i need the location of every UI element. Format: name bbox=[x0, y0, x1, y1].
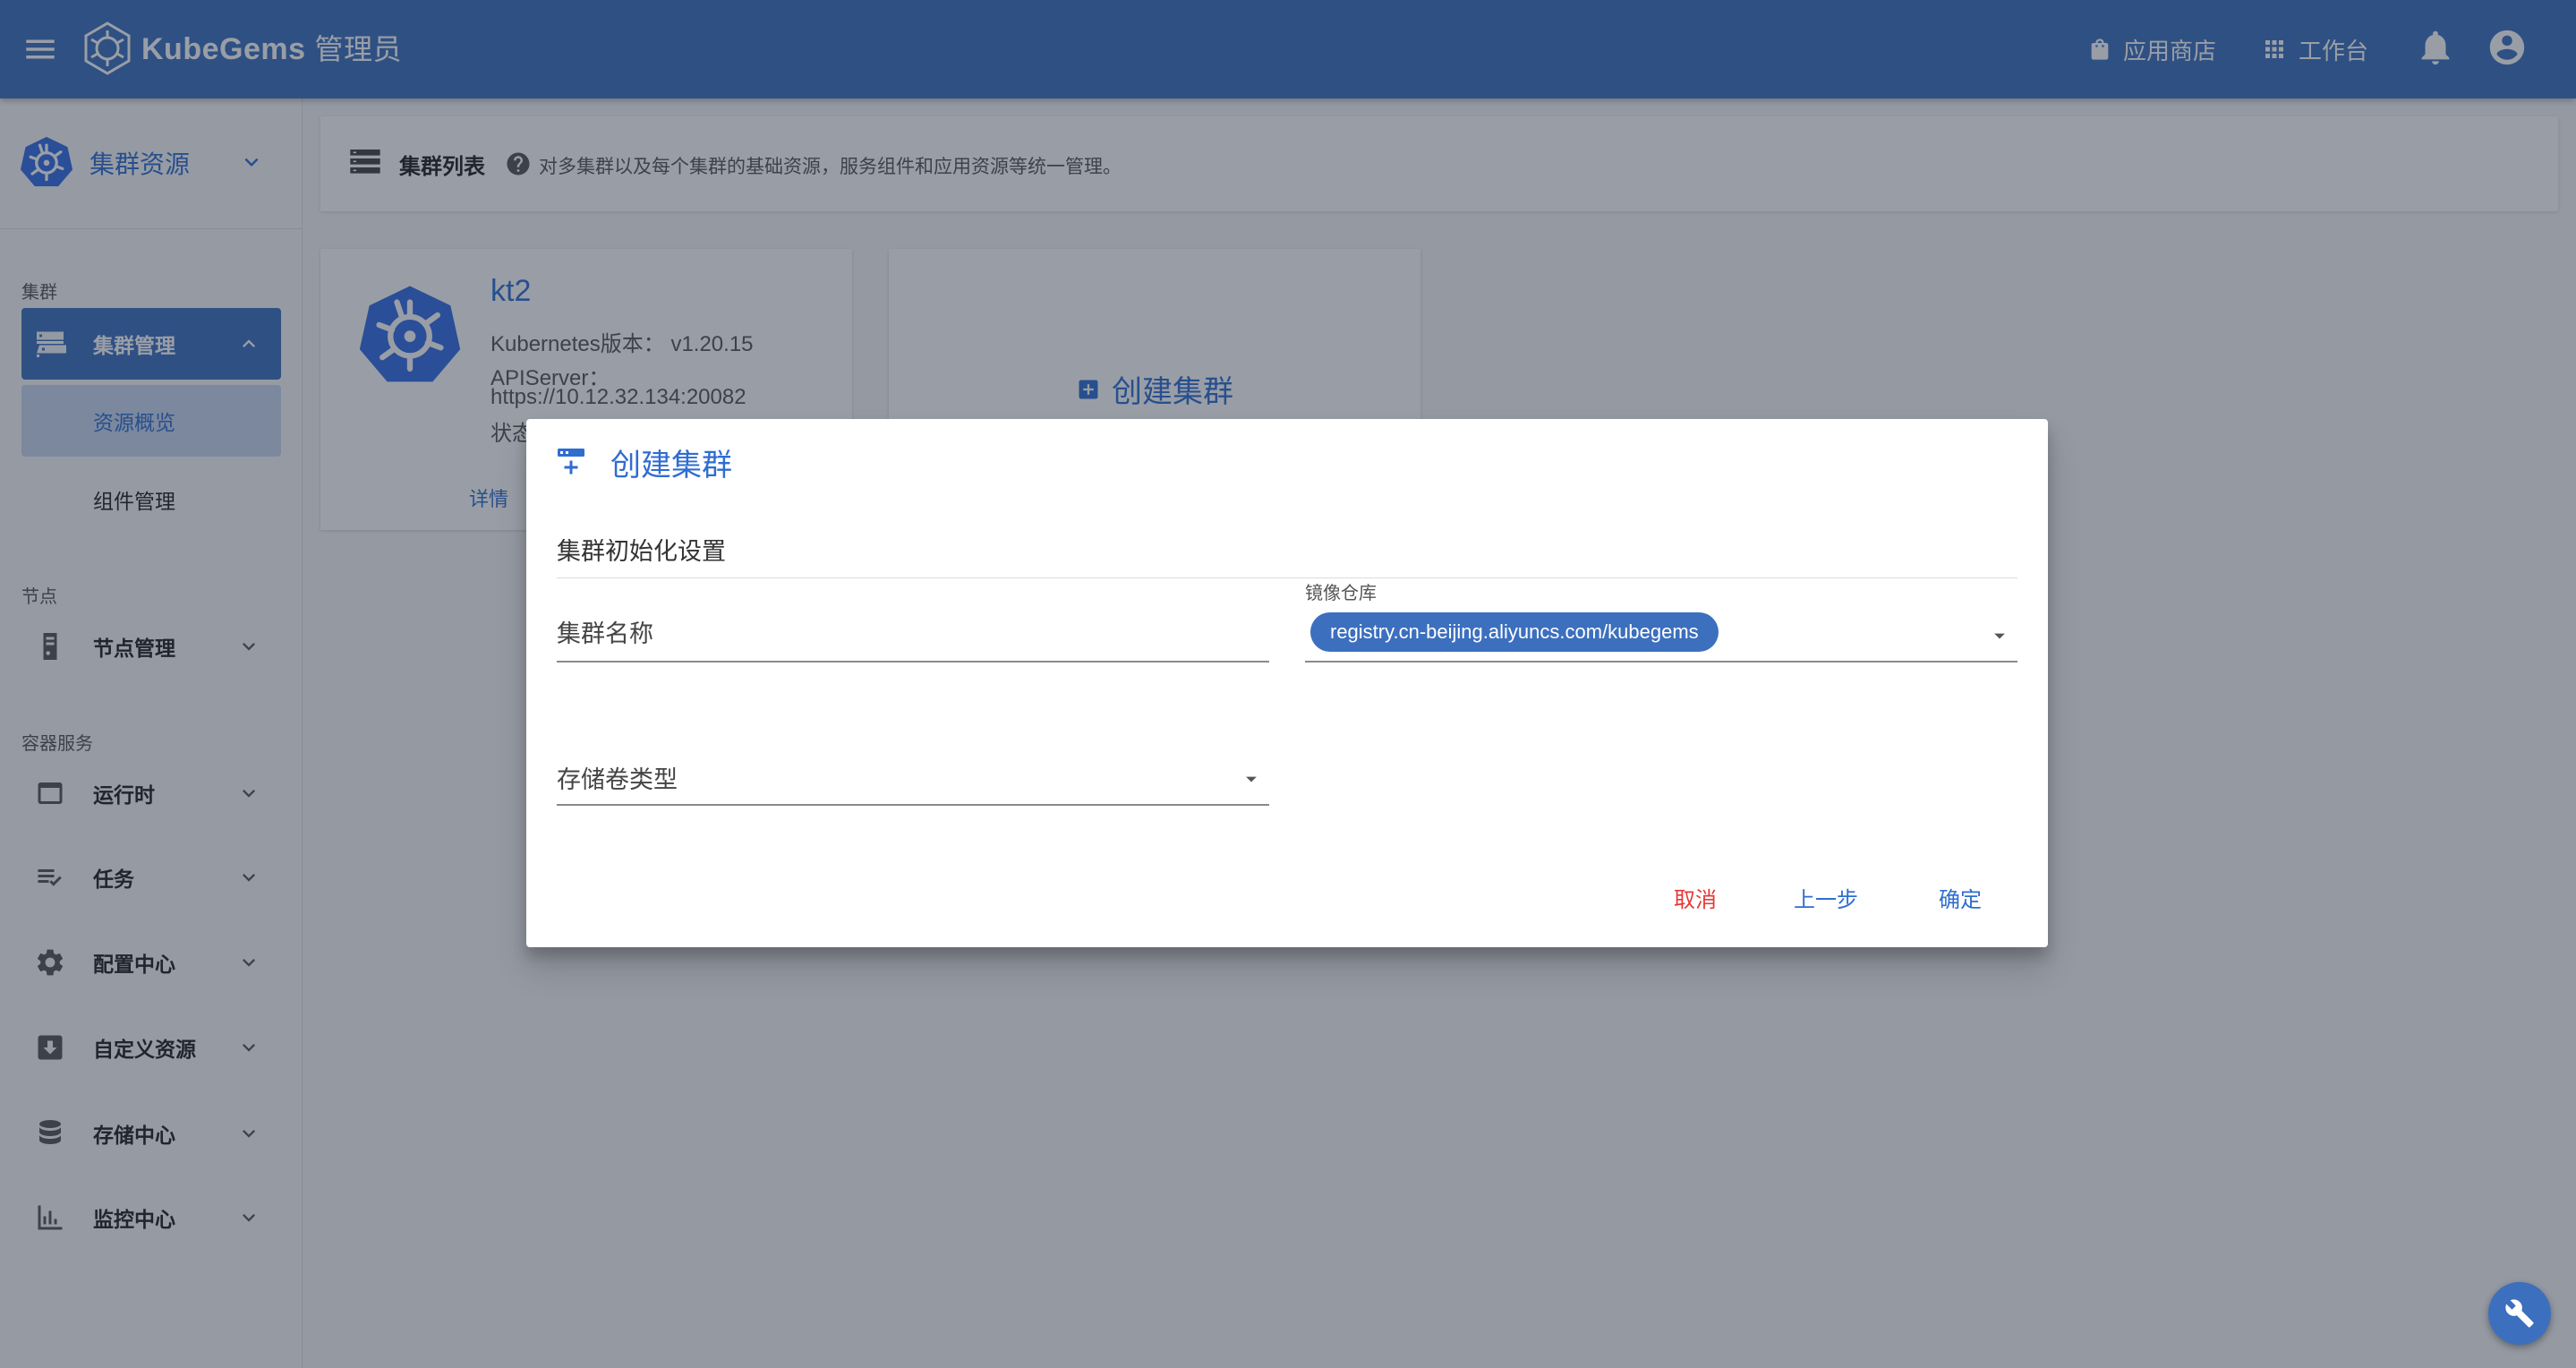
storage-class-select[interactable]: 存储卷类型 bbox=[557, 747, 1269, 806]
dialog-section-title: 集群初始化设置 bbox=[557, 534, 2017, 578]
registry-label: 镜像仓库 bbox=[1305, 584, 1377, 603]
wrench-icon bbox=[2505, 1299, 2534, 1328]
dropdown-arrow-icon[interactable] bbox=[1239, 766, 1264, 791]
cluster-name-field[interactable] bbox=[557, 605, 1269, 663]
previous-step-button[interactable]: 上一步 bbox=[1794, 879, 1858, 922]
cancel-button[interactable]: 取消 bbox=[1674, 879, 1717, 922]
confirm-button[interactable]: 确定 bbox=[1939, 879, 1982, 922]
dialog-actions: 取消 上一步 确定 bbox=[526, 879, 2048, 922]
dialog-title: 创建集群 bbox=[610, 449, 732, 483]
registry-select[interactable]: 镜像仓库 registry.cn-beijing.aliyuncs.com/ku… bbox=[1305, 584, 2017, 663]
registry-chip[interactable]: registry.cn-beijing.aliyuncs.com/kubegem… bbox=[1310, 612, 1719, 652]
cluster-name-input[interactable] bbox=[557, 612, 1269, 655]
tools-fab[interactable] bbox=[2488, 1282, 2551, 1345]
add-server-icon bbox=[555, 446, 587, 478]
create-cluster-dialog: 创建集群 集群初始化设置 镜像仓库 registry.cn-beijing.al… bbox=[526, 419, 2048, 947]
dropdown-arrow-icon[interactable] bbox=[1987, 623, 2012, 648]
storage-class-placeholder: 存储卷类型 bbox=[557, 766, 678, 793]
